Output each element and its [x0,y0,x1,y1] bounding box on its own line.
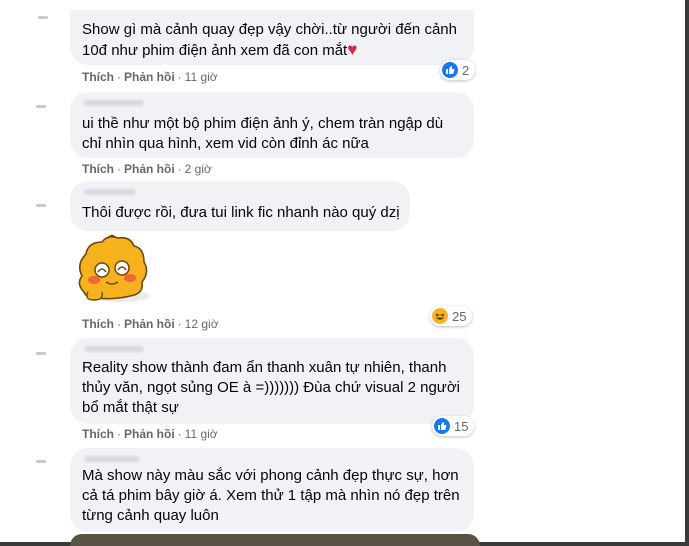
comment-text-line: chỉ nhìn qua hình, xem vid còn đỉnh ác n… [82,135,369,152]
like-link[interactable]: Thích [82,162,114,176]
comment-text-line: Reality show thành đam ẩn thanh xuân tự … [82,359,447,376]
comment-text-line: Thôi được rồi, đưa tui link fic nhanh nà… [82,204,400,221]
avatar[interactable] [34,344,60,370]
comment-text-line: bổ mắt thật sự [82,399,179,416]
comment-timestamp[interactable]: 11 giờ [185,427,218,441]
commenter-name-blurred [84,456,140,462]
comment-actions: Thích · Phản hồi · 2 giờ [82,162,212,176]
reply-link[interactable]: Phản hồi [124,70,175,84]
avatar[interactable] [34,196,60,222]
comment-bubble: Reality show thành đam ẩn thanh xuân tự … [70,338,474,424]
window-right-border [685,0,689,546]
like-icon [434,418,450,434]
heart-emoji: ♥ [347,40,358,59]
comment-text-line: từng cảnh quay luôn [82,507,219,524]
comment-bubble: Show gì mà cảnh quay đẹp vậy chời..từ ng… [70,10,474,65]
reply-link[interactable]: Phản hồi [124,427,175,441]
comment-text-line: thủy văn, ngọt sủng OE à =))))))) Đùa ch… [82,379,460,396]
haha-icon [432,308,448,324]
reaction-summary[interactable]: 25 [430,306,473,326]
commenter-name-blurred [84,346,144,352]
like-icon [442,62,458,78]
comment-text-line: Show gì mà cảnh quay đẹp vậy chời..từ ng… [82,21,457,38]
comment-text-line: Mà show này màu sắc với phong cảnh đẹp t… [82,467,459,484]
like-link[interactable]: Thích [82,427,114,441]
like-link[interactable]: Thích [82,317,114,331]
comment-timestamp[interactable]: 12 giờ [185,317,219,331]
reaction-summary[interactable]: 15 [432,416,475,436]
avatar[interactable] [34,4,60,30]
comment-actions: Thích · Phản hồi · 11 giờ [82,70,218,84]
comment-timestamp[interactable]: 11 giờ [185,70,218,84]
reaction-summary[interactable]: 2 [440,60,476,80]
like-link[interactable]: Thích [82,70,114,84]
attached-image-preview[interactable] [70,534,480,546]
commenter-name-blurred [84,100,144,106]
comment-actions: Thích · Phản hồi · 11 giờ [82,427,218,441]
reaction-count: 2 [462,62,470,78]
reply-link[interactable]: Phản hồi [124,162,175,176]
comment-bubble: Thôi được rồi, đưa tui link fic nhanh nà… [70,181,410,231]
comment-text-line: ui thề như một bộ phim điện ảnh ý, chem … [82,115,444,132]
reaction-count: 25 [452,308,467,324]
reply-link[interactable]: Phản hồi [124,317,175,331]
sticker[interactable] [74,234,154,311]
commenter-name-blurred [84,189,136,195]
comment-actions: Thích · Phản hồi · 12 giờ [82,317,219,331]
comment-bubble: ui thề như một bộ phim điện ảnh ý, chem … [70,92,474,158]
comment-timestamp[interactable]: 2 giờ [185,162,212,176]
avatar[interactable] [34,452,60,478]
comment-bubble: Mà show này màu sắc với phong cảnh đẹp t… [70,448,474,532]
comment-text-line: cả tá phim bây giờ á. Xem thử 1 tập mà n… [82,487,460,504]
avatar[interactable] [34,97,60,123]
comment-text-line: 10đ như phim điện ảnh xem đã con mắt♥ [82,40,358,59]
reaction-count: 15 [454,418,469,434]
